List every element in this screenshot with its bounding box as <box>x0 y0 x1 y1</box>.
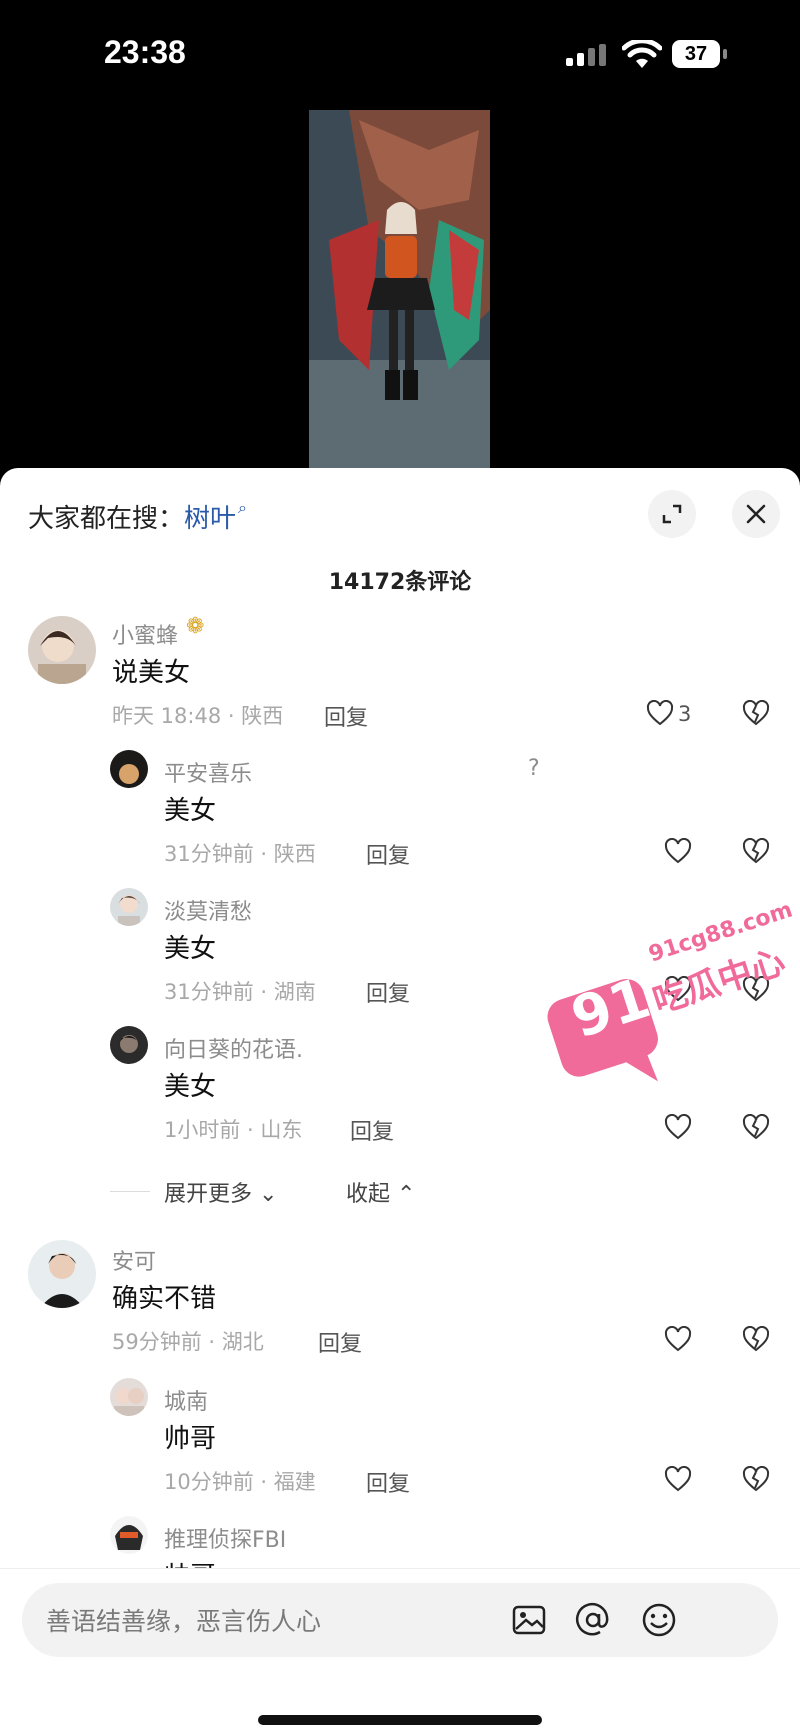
emoji-icon[interactable] <box>640 1601 678 1639</box>
dislike-icon[interactable] <box>742 700 770 726</box>
comment-text: 说美女 <box>112 658 191 688</box>
video-image <box>309 110 490 468</box>
battery-icon: 37 <box>672 40 720 68</box>
signal-icon <box>566 44 606 66</box>
like-icon[interactable] <box>664 1466 692 1492</box>
reply-text: 帅哥 <box>164 1424 217 1454</box>
dislike-icon[interactable] <box>742 1326 770 1352</box>
dislike-icon[interactable] <box>742 1466 770 1492</box>
avatar[interactable] <box>110 1026 148 1064</box>
comment-input[interactable] <box>44 1597 528 1645</box>
like-icon[interactable] <box>664 1326 692 1352</box>
expand-more-button[interactable]: 展开更多 ⌄ <box>164 1176 277 1208</box>
reply-text: 美女 <box>164 1072 217 1102</box>
reply-username[interactable]: 淡莫清愁 <box>164 894 252 926</box>
trending-search-label: 大家都在搜： <box>28 504 185 534</box>
like-icon[interactable] <box>664 838 692 864</box>
reply-username[interactable]: 向日葵的花语. <box>164 1032 303 1064</box>
reply-meta: 31分钟前 · 陕西 <box>164 842 316 866</box>
avatar[interactable] <box>28 1240 96 1308</box>
avatar[interactable] <box>110 888 148 926</box>
like-icon[interactable] <box>646 700 674 726</box>
chevron-up-icon: ⌃ <box>390 1182 416 1207</box>
reply-button[interactable]: 回复 <box>366 1466 410 1498</box>
reply-button[interactable]: 回复 <box>324 700 368 732</box>
avatar[interactable] <box>110 1516 148 1554</box>
like-icon[interactable] <box>664 1114 692 1140</box>
trending-search[interactable]: 大家都在搜：树叶 ⌕ <box>28 498 247 535</box>
trending-search-term[interactable]: 树叶 <box>184 504 236 534</box>
reply-button[interactable]: 回复 <box>366 838 410 870</box>
collapse-label: 收起 <box>346 1182 391 1207</box>
reply-username[interactable]: 推理侦探FBI <box>164 1522 286 1554</box>
avatar[interactable] <box>110 750 148 788</box>
home-indicator <box>258 1715 542 1725</box>
chevron-down-icon: ⌄ <box>252 1182 278 1207</box>
reply-username[interactable]: 平安喜乐 <box>164 756 252 788</box>
expand-button[interactable] <box>648 490 696 538</box>
comment-meta: 59分钟前 · 湖北 <box>112 1330 264 1354</box>
reply-mark: ? <box>528 756 540 781</box>
video-preview[interactable] <box>309 110 490 468</box>
avatar[interactable] <box>28 616 96 684</box>
watermark-logo: 91 91cg88.com 吃瓜中心 <box>538 898 796 1108</box>
status-bar: 23:38 37 <box>0 0 800 110</box>
reply-meta: 10分钟前 · 福建 <box>164 1470 316 1494</box>
comment-input-box[interactable] <box>22 1583 778 1657</box>
badge-icon: ❁ <box>186 614 205 639</box>
mention-icon[interactable] <box>574 1601 612 1639</box>
battery-tip <box>723 49 727 59</box>
reply-button[interactable]: 回复 <box>366 976 410 1008</box>
comment-input-bar <box>0 1568 800 1736</box>
dislike-icon[interactable] <box>742 1114 770 1140</box>
comment-username[interactable]: 安可 <box>112 1244 156 1276</box>
status-time: 23:38 <box>104 34 186 70</box>
reply-button[interactable]: 回复 <box>350 1114 394 1146</box>
expand-more-label: 展开更多 <box>164 1182 253 1207</box>
reply-button[interactable]: 回复 <box>318 1326 362 1358</box>
collapse-button[interactable]: 收起 ⌃ <box>346 1176 415 1208</box>
image-icon[interactable] <box>510 1601 548 1639</box>
search-icon: ⌕ <box>238 498 247 517</box>
dislike-icon[interactable] <box>742 838 770 864</box>
reply-text: 美女 <box>164 934 217 964</box>
comment-text: 确实不错 <box>112 1284 217 1314</box>
reply-meta: 1小时前 · 山东 <box>164 1118 303 1142</box>
close-icon <box>746 504 766 524</box>
reply-meta: 31分钟前 · 湖南 <box>164 980 316 1004</box>
like-count: 3 <box>678 702 692 726</box>
comment-sheet: 大家都在搜：树叶 ⌕ 14172条评论 小蜜蜂 ❁ 说美女 昨天 18:48 · … <box>0 468 800 1736</box>
wifi-icon <box>622 40 662 68</box>
comment-meta: 昨天 18:48 · 陕西 <box>112 704 284 728</box>
comment-count: 14172条评论 <box>328 570 472 595</box>
expand-icon <box>662 504 682 524</box>
reply-username[interactable]: 城南 <box>164 1384 208 1416</box>
close-button[interactable] <box>732 490 780 538</box>
comment-username[interactable]: 小蜜蜂 <box>112 618 178 650</box>
avatar[interactable] <box>110 1378 148 1416</box>
reply-text: 美女 <box>164 796 217 826</box>
divider <box>110 1191 150 1192</box>
